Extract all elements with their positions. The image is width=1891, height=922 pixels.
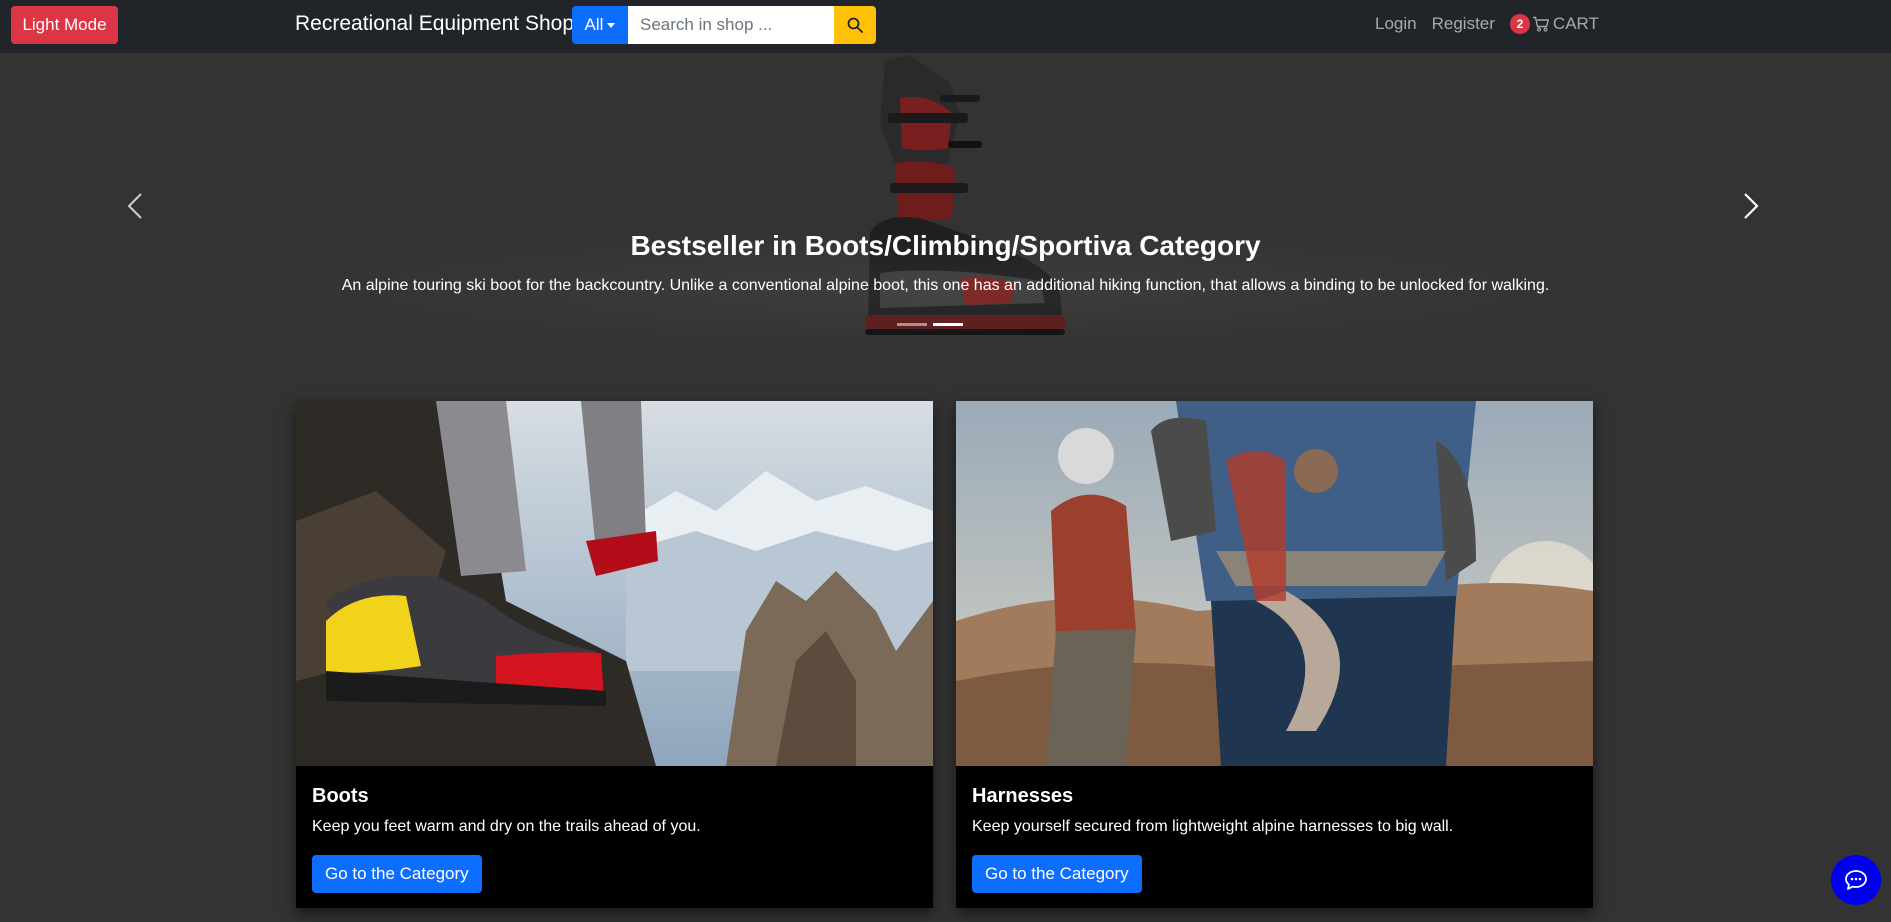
cart-icon: [1532, 16, 1549, 32]
cart-link[interactable]: 2 CART: [1509, 14, 1599, 34]
cart-label: CART: [1552, 14, 1599, 33]
category-card-harnesses: Harnesses Keep yourself secured from lig…: [956, 401, 1593, 908]
carousel-caption-title: Bestseller in Boots/Climbing/Sportiva Ca…: [630, 230, 1261, 261]
search-button[interactable]: [834, 6, 876, 44]
boots-category-image: [296, 401, 933, 766]
bestseller-carousel: Bestseller in Boots/Climbing/Sportiva Ca…: [0, 53, 1891, 353]
category-card-boots: Boots Keep you feet warm and dry on the …: [296, 401, 933, 908]
register-link[interactable]: Register: [1432, 14, 1495, 34]
carousel-indicators: [897, 323, 963, 326]
search-icon: [847, 17, 863, 33]
search-group: All: [572, 6, 876, 44]
category-dropdown-label: All: [584, 15, 604, 34]
chevron-right-icon: [1744, 193, 1759, 219]
carousel-indicator-1[interactable]: [897, 323, 927, 326]
carousel-indicator-2[interactable]: [933, 323, 963, 326]
harnesses-category-image: [956, 401, 1593, 766]
caret-down-icon: [607, 22, 616, 28]
carousel-caption-text: An alpine touring ski boot for the backc…: [341, 277, 1550, 294]
card-text: Keep you feet warm and dry on the trails…: [312, 818, 701, 835]
go-to-category-button[interactable]: Go to the Category: [312, 855, 482, 893]
carousel-next-button[interactable]: [1731, 183, 1771, 229]
light-mode-button[interactable]: Light Mode: [11, 6, 118, 44]
go-to-category-button[interactable]: Go to the Category: [972, 855, 1142, 893]
search-input[interactable]: [628, 6, 834, 44]
navbar: Light Mode Recreational Equipment Shop A…: [0, 0, 1891, 53]
carousel-prev-button[interactable]: [115, 183, 155, 229]
category-dropdown[interactable]: All: [572, 6, 628, 44]
login-link[interactable]: Login: [1375, 14, 1417, 34]
brand-link[interactable]: Recreational Equipment Shop: [295, 12, 574, 36]
cart-count-badge: 2: [1509, 14, 1530, 34]
card-title: Harnesses: [972, 785, 1074, 807]
card-text: Keep yourself secured from lightweight a…: [972, 818, 1454, 835]
nav-links: Login Register 2 CART: [1375, 14, 1599, 34]
chat-button[interactable]: [1831, 855, 1881, 905]
chevron-left-icon: [127, 193, 142, 219]
chat-bubble-icon: [1845, 870, 1867, 890]
card-title: Boots: [312, 785, 369, 807]
